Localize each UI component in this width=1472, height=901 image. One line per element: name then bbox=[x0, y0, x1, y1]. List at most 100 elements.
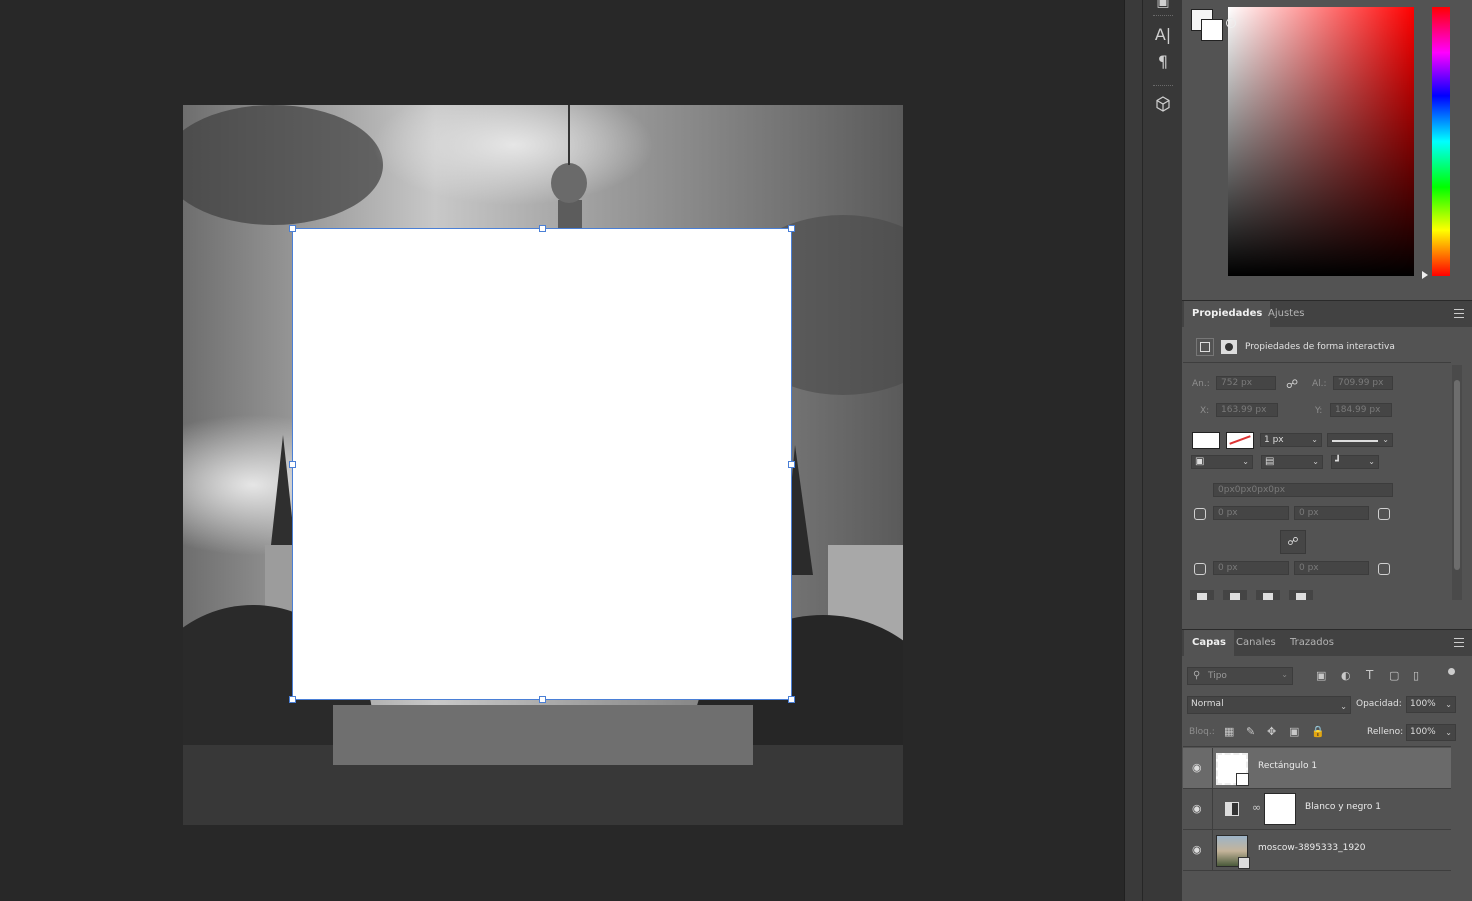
lock-image-pixels-icon[interactable]: ✎ bbox=[1246, 725, 1255, 738]
opacity-label: Opacidad: bbox=[1356, 699, 1402, 709]
stroke-color-swatch[interactable] bbox=[1226, 432, 1254, 449]
radius-bottom-left-field[interactable]: 0 px bbox=[1213, 561, 1289, 575]
transform-handle-top-left[interactable] bbox=[289, 225, 296, 232]
type-icon[interactable]: A| bbox=[1151, 23, 1175, 47]
stroke-size-dropdown[interactable]: 1 px ⌄ bbox=[1260, 433, 1322, 447]
fill-field[interactable]: 100% ⌄ bbox=[1406, 724, 1456, 741]
transform-handle-top-right[interactable] bbox=[788, 225, 795, 232]
corners-icon: ┛ bbox=[1335, 456, 1342, 467]
filter-smart-object-icon[interactable]: ▯ bbox=[1413, 669, 1419, 682]
visibility-eye-icon[interactable]: ◉ bbox=[1192, 802, 1202, 815]
lock-transparent-pixels-icon[interactable]: ▦ bbox=[1224, 725, 1234, 738]
layer-thumbnail bbox=[1216, 835, 1250, 869]
color-saturation-field[interactable] bbox=[1228, 7, 1414, 276]
mask-properties-icon[interactable] bbox=[1221, 340, 1237, 354]
x-field[interactable]: 163.99 px bbox=[1216, 403, 1278, 417]
fill-label: Relleno: bbox=[1367, 727, 1404, 737]
pathfinder-exclude-icon[interactable] bbox=[1289, 590, 1313, 600]
radius-top-right-field[interactable]: 0 px bbox=[1294, 506, 1369, 520]
corner-radius-summary-field[interactable]: 0px0px0px0px bbox=[1213, 483, 1393, 497]
corner-top-left-icon bbox=[1194, 508, 1206, 520]
y-label: Y: bbox=[1315, 406, 1323, 416]
filter-pixel-icon[interactable]: ▣ bbox=[1316, 669, 1326, 682]
hue-slider-marker[interactable] bbox=[1422, 271, 1428, 279]
align-inside-icon: ▣ bbox=[1195, 456, 1205, 467]
hue-slider[interactable] bbox=[1432, 7, 1450, 276]
width-field[interactable]: 752 px bbox=[1216, 376, 1276, 390]
y-field[interactable]: 184.99 px bbox=[1330, 403, 1392, 417]
background-color-swatch[interactable] bbox=[1201, 19, 1223, 41]
divider bbox=[1212, 789, 1213, 829]
lock-position-icon[interactable]: ✥ bbox=[1267, 725, 1276, 738]
tab-canales[interactable]: Canales bbox=[1228, 630, 1284, 656]
chevron-down-icon: ⌄ bbox=[1312, 457, 1319, 466]
stroke-align-dropdown[interactable]: ▣ ⌄ bbox=[1191, 455, 1253, 469]
height-field[interactable]: 709.99 px bbox=[1333, 376, 1393, 390]
chevron-down-icon: ⌄ bbox=[1281, 670, 1288, 679]
lock-all-icon[interactable]: 🔒 bbox=[1311, 725, 1325, 738]
paragraph-icon[interactable]: ¶ bbox=[1151, 50, 1175, 74]
fill-color-swatch[interactable] bbox=[1192, 432, 1220, 449]
visibility-eye-icon[interactable]: ◉ bbox=[1192, 761, 1202, 774]
filter-toggle-icon[interactable] bbox=[1448, 668, 1455, 675]
panel-menu-icon[interactable] bbox=[1454, 638, 1464, 647]
transform-handle-right[interactable] bbox=[788, 461, 795, 468]
layer-row-rectangulo-1[interactable]: ◉ Rectángulo 1 bbox=[1183, 748, 1451, 789]
radius-bottom-right-field[interactable]: 0 px bbox=[1294, 561, 1369, 575]
layer-name: moscow-3895333_1920 bbox=[1258, 843, 1366, 853]
divider bbox=[1183, 746, 1451, 747]
filter-type-icon[interactable]: T bbox=[1366, 668, 1373, 682]
layer-filter-placeholder: Tipo bbox=[1208, 671, 1227, 681]
color-picker-cursor[interactable] bbox=[1226, 18, 1236, 28]
transform-handle-bottom[interactable] bbox=[539, 696, 546, 703]
chevron-down-icon: ⌄ bbox=[1445, 700, 1452, 709]
blend-mode-dropdown[interactable]: Normal ⌄ bbox=[1187, 696, 1351, 714]
stroke-corners-dropdown[interactable]: ┛ ⌄ bbox=[1331, 455, 1379, 469]
link-radius-icon[interactable]: ☍ bbox=[1280, 530, 1306, 554]
width-label: An.: bbox=[1192, 379, 1210, 389]
visibility-eye-icon[interactable]: ◉ bbox=[1192, 843, 1202, 856]
tab-propiedades[interactable]: Propiedades bbox=[1184, 301, 1271, 327]
panel-grip[interactable] bbox=[1153, 15, 1173, 19]
transform-handle-left[interactable] bbox=[289, 461, 296, 468]
panel-icon-toolbar: ▣ A| ¶ bbox=[1142, 0, 1183, 901]
pathfinder-subtract-icon[interactable] bbox=[1223, 590, 1247, 600]
fill-value: 100% bbox=[1410, 727, 1436, 737]
panel-menu-icon[interactable] bbox=[1454, 309, 1464, 318]
transform-handle-bottom-right[interactable] bbox=[788, 696, 795, 703]
divider bbox=[1212, 830, 1213, 870]
layer-row-moscow[interactable]: ◉ moscow-3895333_1920 bbox=[1183, 830, 1451, 871]
layer-filter-dropdown[interactable]: ⚲ Tipo ⌄ bbox=[1187, 667, 1293, 685]
properties-scrollbar-thumb[interactable] bbox=[1454, 380, 1460, 570]
stroke-type-dropdown[interactable]: ⌄ bbox=[1327, 433, 1393, 447]
stroke-caps-dropdown[interactable]: ▤ ⌄ bbox=[1261, 455, 1323, 469]
transform-handle-bottom-left[interactable] bbox=[289, 696, 296, 703]
radius-top-left-field[interactable]: 0 px bbox=[1213, 506, 1289, 520]
stroke-size-value: 1 px bbox=[1264, 435, 1284, 445]
chevron-down-icon: ⌄ bbox=[1368, 457, 1375, 466]
caps-icon: ▤ bbox=[1265, 456, 1275, 467]
move-icon[interactable]: ▣ bbox=[1151, 0, 1175, 14]
opacity-field[interactable]: 100% ⌄ bbox=[1406, 696, 1456, 713]
transform-handle-top[interactable] bbox=[539, 225, 546, 232]
lock-artboard-icon[interactable]: ▣ bbox=[1289, 725, 1299, 738]
link-dimensions-icon[interactable]: ☍ bbox=[1286, 377, 1298, 391]
3d-cube-icon[interactable] bbox=[1151, 92, 1175, 116]
pathfinder-intersect-icon[interactable] bbox=[1256, 590, 1280, 600]
layer-mask-thumbnail[interactable] bbox=[1264, 793, 1296, 825]
tab-capas[interactable]: Capas bbox=[1184, 630, 1234, 656]
rectangle-shape-layer[interactable] bbox=[289, 225, 795, 703]
divider bbox=[1183, 362, 1451, 363]
tab-ajustes[interactable]: Ajustes bbox=[1260, 301, 1312, 327]
filter-shape-icon[interactable]: ▢ bbox=[1389, 669, 1399, 682]
height-label: Al.: bbox=[1312, 379, 1327, 389]
tab-trazados[interactable]: Trazados bbox=[1282, 630, 1342, 656]
lock-label: Bloq.: bbox=[1189, 727, 1215, 737]
shape-properties-icon[interactable] bbox=[1196, 338, 1214, 356]
chevron-down-icon: ⌄ bbox=[1311, 435, 1318, 444]
layer-row-blanco-y-negro-1[interactable]: ◉ ∞ Blanco y negro 1 bbox=[1183, 789, 1451, 830]
pathfinder-unite-icon[interactable] bbox=[1190, 590, 1214, 600]
filter-adjustment-icon[interactable]: ◐ bbox=[1341, 669, 1351, 682]
link-mask-icon[interactable]: ∞ bbox=[1252, 801, 1261, 814]
panel-grip[interactable] bbox=[1153, 85, 1173, 89]
